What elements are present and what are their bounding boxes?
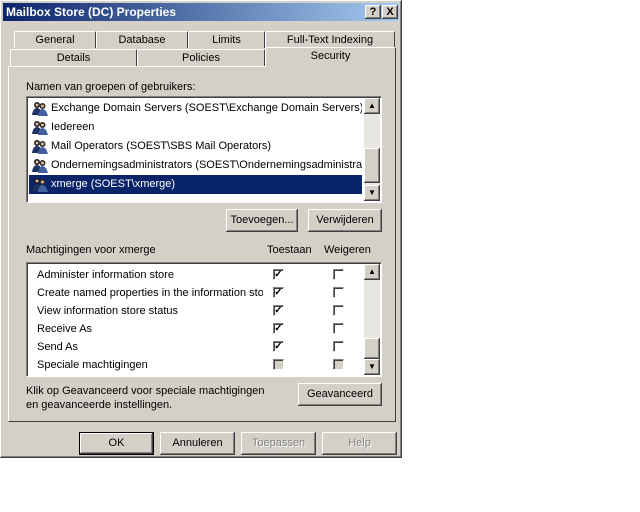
scroll-up-icon[interactable]: ▲ — [364, 98, 380, 114]
deny-header: Weigeren — [324, 244, 371, 256]
permission-name: View information store status — [37, 305, 179, 317]
tab-details[interactable]: Details — [10, 49, 137, 66]
advanced-hint: Klik op Geavanceerd voor speciale machti… — [26, 385, 265, 411]
add-button[interactable]: Toevoegen... — [226, 209, 298, 232]
user-group-icon — [32, 178, 48, 192]
group-list-item[interactable]: Mail Operators (SOEST\SBS Mail Operators… — [29, 137, 362, 156]
allow-checkbox[interactable]: ✓ — [273, 341, 284, 352]
perm-scroll-down-icon[interactable]: ▼ — [364, 359, 380, 375]
allow-checkbox[interactable]: ✓ — [273, 287, 284, 298]
permissions-scrollbar[interactable]: ▲ ▼ — [364, 264, 380, 375]
tab-general[interactable]: General — [14, 31, 96, 48]
permission-name: Create named properties in the informati… — [37, 287, 263, 299]
permissions-label: Machtigingen voor xmerge — [26, 244, 156, 256]
tab-limits[interactable]: Limits — [188, 31, 265, 48]
allow-checkbox[interactable] — [273, 359, 284, 370]
properties-dialog: Mailbox Store (DC) Properties ? X Genera… — [0, 0, 402, 458]
advanced-button[interactable]: Geavanceerd — [298, 383, 382, 406]
cancel-button[interactable]: Annuleren — [160, 432, 235, 455]
user-group-icon — [32, 140, 48, 154]
user-group-icon — [32, 121, 48, 135]
scroll-down-icon[interactable]: ▼ — [364, 185, 380, 201]
group-list-item[interactable]: Iedereen — [29, 118, 362, 137]
tab-security[interactable]: Security — [265, 47, 396, 67]
permission-name: Send As — [37, 341, 78, 353]
deny-checkbox[interactable] — [333, 359, 344, 370]
title-bar[interactable]: Mailbox Store (DC) Properties ? X — [3, 3, 399, 21]
group-name: xmerge (SOEST\xmerge) — [51, 178, 176, 190]
deny-checkbox[interactable] — [333, 323, 344, 334]
group-name: Ondernemingsadministrators (SOEST\Ondern… — [51, 159, 362, 171]
apply-button[interactable]: Toepassen — [241, 432, 316, 455]
help-title-button[interactable]: ? — [365, 5, 381, 19]
deny-checkbox[interactable] — [333, 269, 344, 280]
group-list-item[interactable]: Exchange Domain Servers (SOEST\Exchange … — [29, 99, 362, 118]
user-group-icon — [32, 102, 48, 116]
groups-scrollbar[interactable]: ▲ ▼ — [364, 98, 380, 201]
group-name: Iedereen — [51, 121, 95, 133]
allow-header: Toestaan — [267, 244, 312, 256]
tab-policies[interactable]: Policies — [137, 49, 265, 66]
window-title: Mailbox Store (DC) Properties — [6, 5, 177, 19]
group-name: Exchange Domain Servers (SOEST\Exchange … — [51, 102, 362, 114]
deny-checkbox[interactable] — [333, 341, 344, 352]
group-list-item[interactable]: xmerge (SOEST\xmerge) — [29, 175, 362, 194]
allow-checkbox[interactable]: ✓ — [273, 269, 284, 280]
user-group-icon — [32, 159, 48, 173]
perm-scroll-thumb[interactable] — [364, 338, 380, 359]
permission-name: Receive As — [37, 323, 93, 335]
deny-checkbox[interactable] — [333, 305, 344, 316]
ok-button[interactable]: OK — [79, 432, 154, 455]
permissions-list: Administer information store ✓ Create name… — [26, 262, 382, 377]
groups-list[interactable]: Exchange Domain Servers (SOEST\Exchange … — [26, 96, 382, 203]
group-name: Mail Operators (SOEST\SBS Mail Operators… — [51, 140, 272, 152]
permission-name: Administer information store — [37, 269, 174, 281]
remove-button[interactable]: Verwijderen — [308, 209, 382, 232]
tab-database[interactable]: Database — [96, 31, 188, 48]
allow-checkbox[interactable]: ✓ — [273, 323, 284, 334]
permission-name: Speciale machtigingen — [37, 359, 148, 371]
deny-checkbox[interactable] — [333, 287, 344, 298]
group-list-item[interactable]: Ondernemingsadministrators (SOEST\Ondern… — [29, 156, 362, 175]
close-title-button[interactable]: X — [382, 5, 398, 19]
perm-scroll-up-icon[interactable]: ▲ — [364, 264, 380, 280]
groups-label: Namen van groepen of gebruikers: — [26, 81, 196, 93]
tab-full-text-indexing[interactable]: Full-Text Indexing — [265, 31, 395, 48]
scroll-thumb[interactable] — [364, 148, 380, 183]
help-button[interactable]: Help — [322, 432, 397, 455]
allow-checkbox[interactable]: ✓ — [273, 305, 284, 316]
